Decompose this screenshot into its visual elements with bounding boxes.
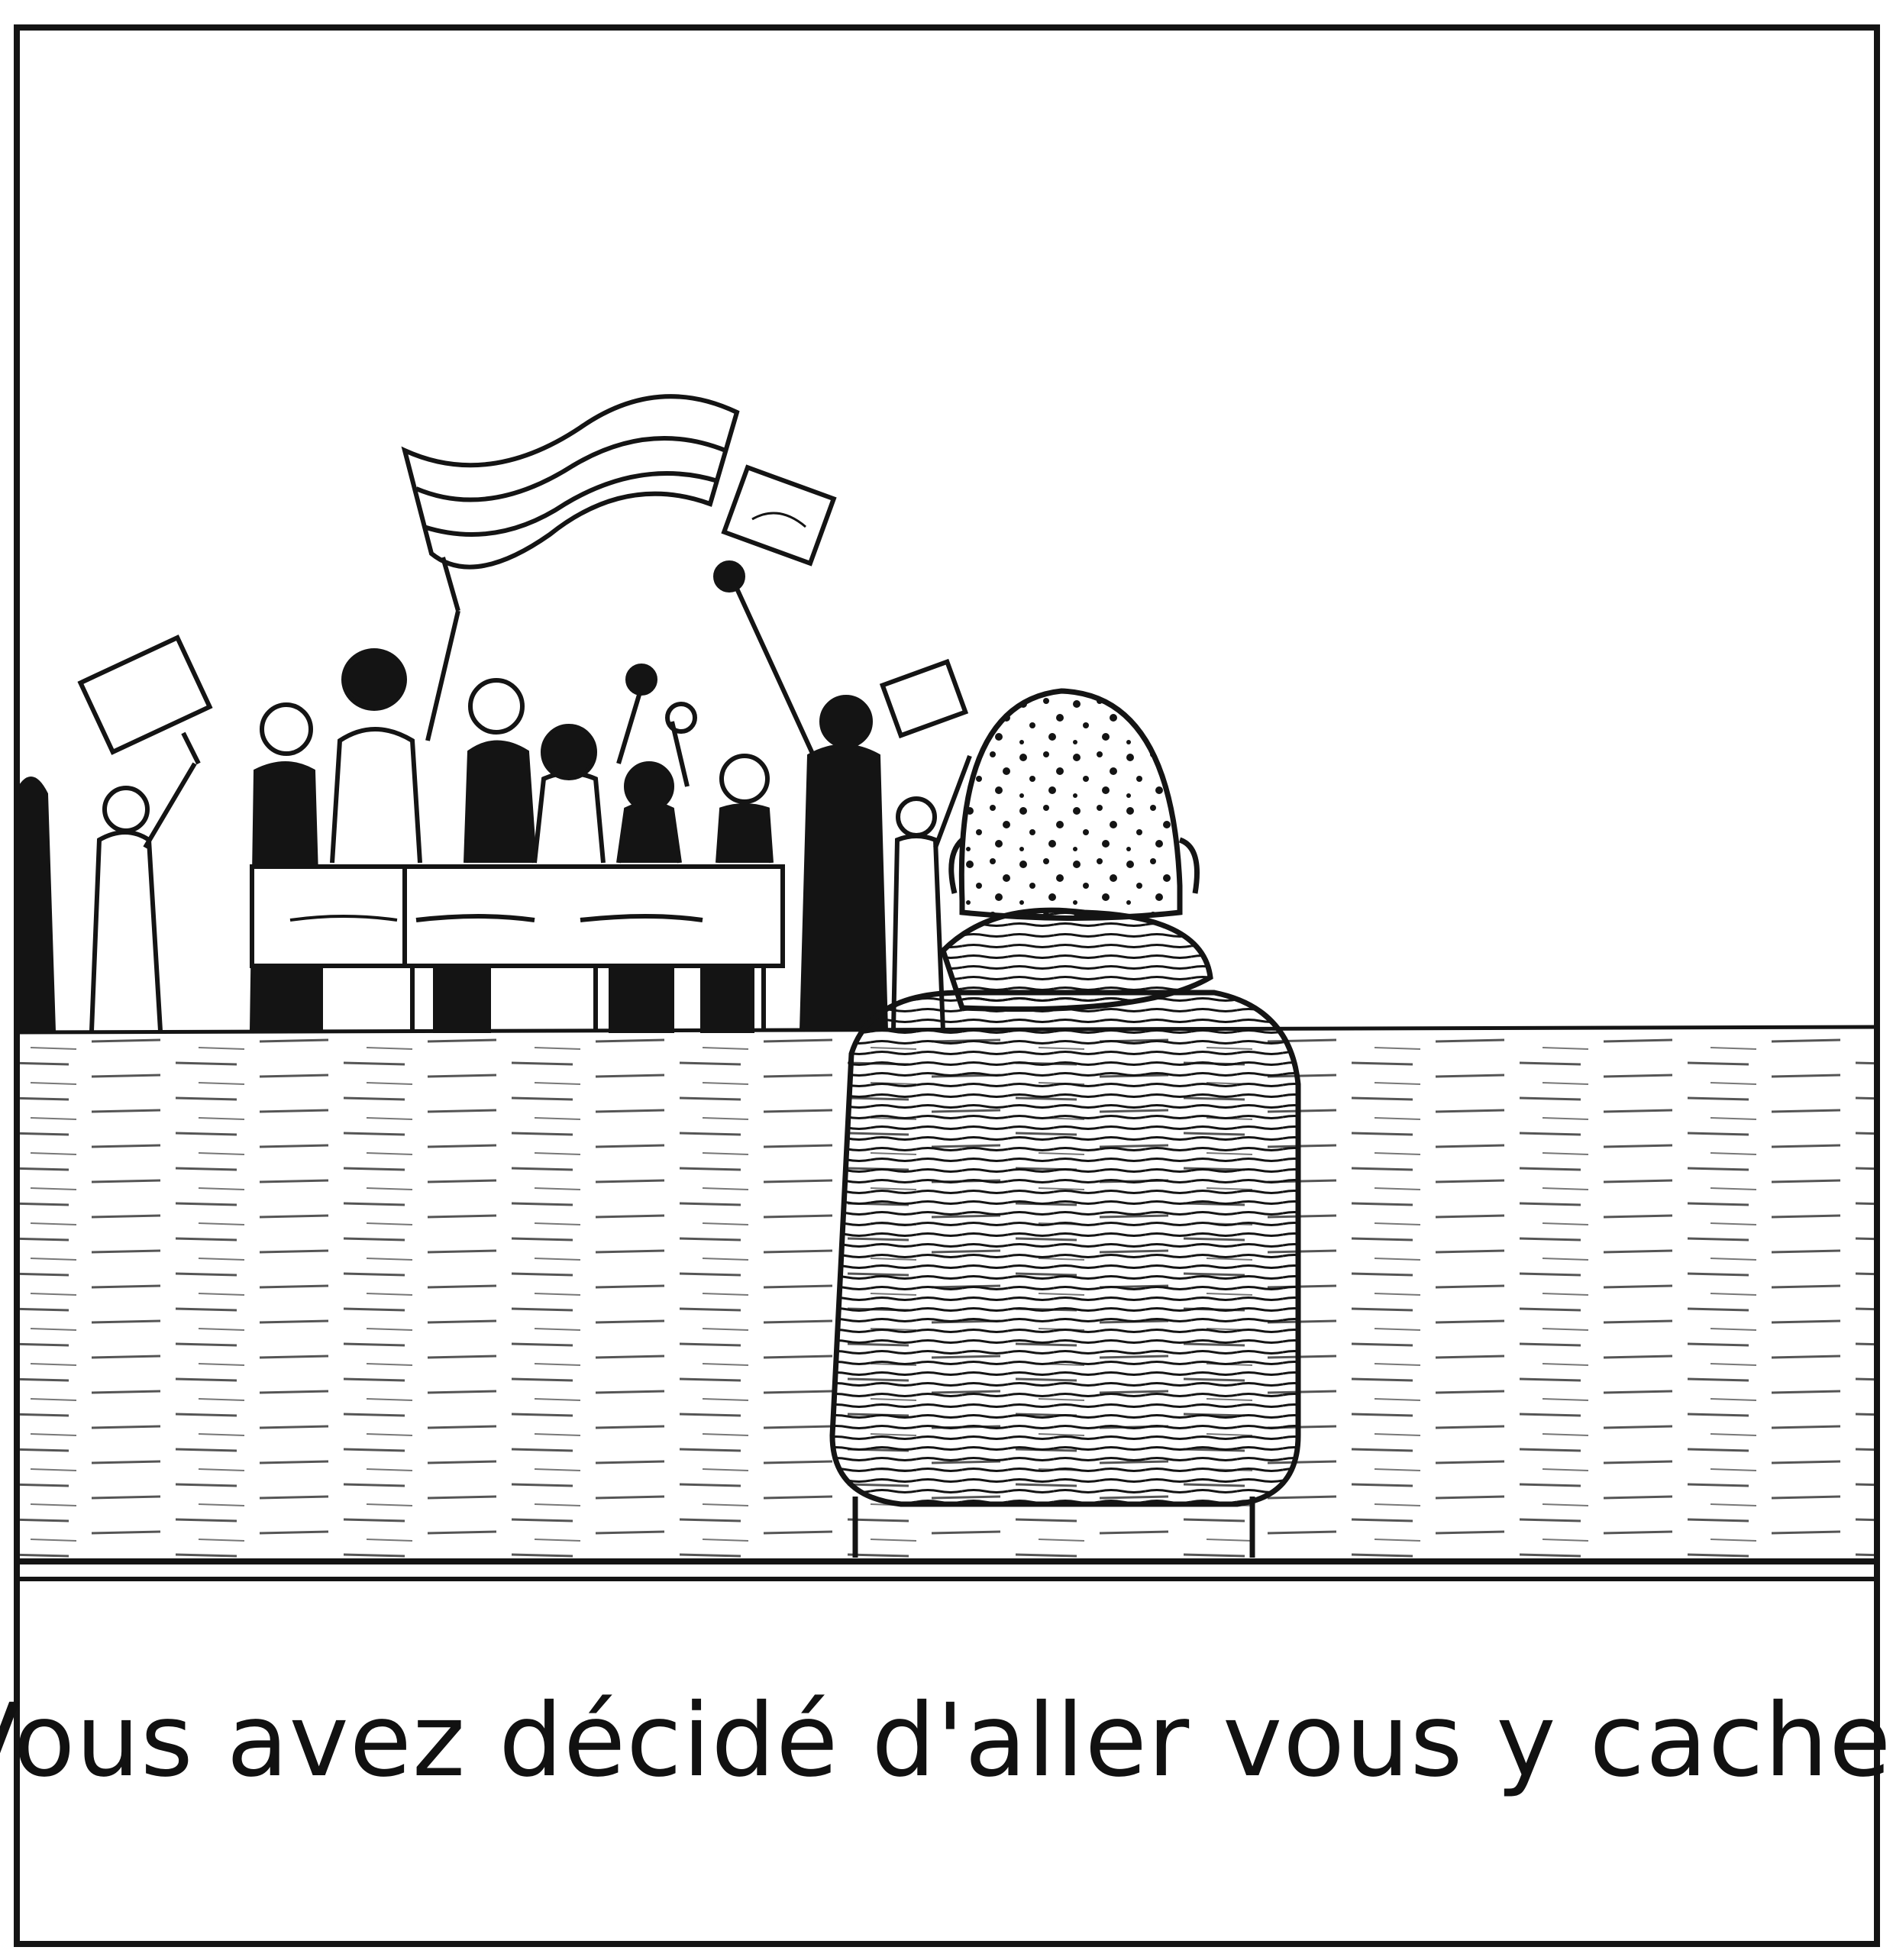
person-head: [958, 688, 1183, 921]
protest-flag: [401, 394, 740, 570]
crowd: [15, 394, 972, 1033]
caption-text: Vous avez décidé d'aller vous y cacher.: [0, 1682, 1893, 1800]
foreground-person: [829, 688, 1301, 1558]
person-body: [829, 990, 1301, 1507]
